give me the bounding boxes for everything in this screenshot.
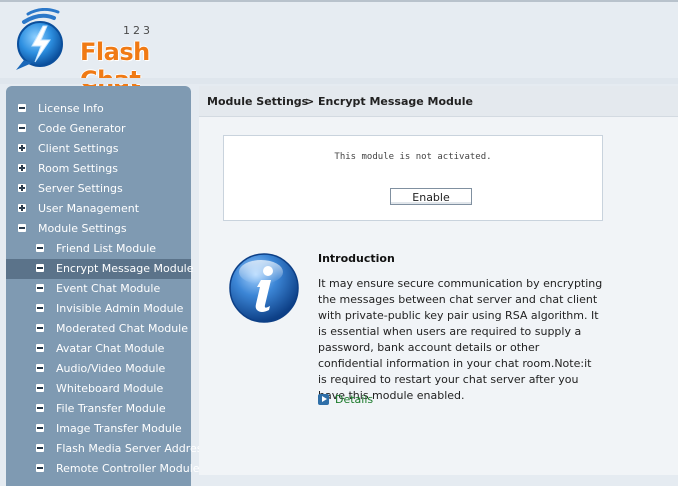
sidebar-item-label: Invisible Admin Module xyxy=(56,302,184,315)
minus-icon xyxy=(36,324,44,332)
sidebar-item-image-transfer-module[interactable]: Image Transfer Module xyxy=(6,419,191,439)
intro-title: Introduction xyxy=(318,252,395,265)
minus-icon xyxy=(36,464,44,472)
sidebar-item-remote-controller-module[interactable]: Remote Controller Module xyxy=(6,459,200,479)
sidebar-item-label: Audio/Video Module xyxy=(56,362,166,375)
sidebar-item-label: Event Chat Module xyxy=(56,282,161,295)
sidebar-item-label: License Info xyxy=(38,102,104,115)
sidebar-item-user-management[interactable]: User Management xyxy=(6,199,191,219)
sidebar-item-label: Friend List Module xyxy=(56,242,157,255)
minus-icon xyxy=(36,444,44,452)
sidebar-item-label: Code Generator xyxy=(38,122,126,135)
sidebar-item-client-settings[interactable]: Client Settings xyxy=(6,139,191,159)
sidebar-item-module-settings[interactable]: Module Settings xyxy=(6,219,191,239)
sidebar-item-file-transfer-module[interactable]: File Transfer Module xyxy=(6,399,191,419)
sidebar-item-server-settings[interactable]: Server Settings xyxy=(6,179,191,199)
sidebar-item-label: Avatar Chat Module xyxy=(56,342,165,355)
breadcrumb: Module Settings > Encrypt Message Module xyxy=(199,86,678,117)
arrow-right-icon[interactable] xyxy=(318,394,329,405)
main-content: Module Settings > Encrypt Message Module… xyxy=(199,86,678,475)
sidebar-item-label: User Management xyxy=(38,202,140,215)
details-link[interactable]: Details xyxy=(335,392,373,408)
sidebar-item-label: Moderated Chat Module xyxy=(56,322,188,335)
minus-icon xyxy=(36,344,44,352)
info-icon xyxy=(229,253,299,323)
sidebar-item-encrypt-message-module[interactable]: Encrypt Message Module xyxy=(6,259,194,279)
sidebar-item-label: Server Settings xyxy=(38,182,123,195)
sidebar-item-moderated-chat-module[interactable]: Moderated Chat Module xyxy=(6,319,191,339)
sidebar-item-label: Flash Media Server Address xyxy=(56,442,209,455)
minus-icon xyxy=(18,124,26,132)
minus-icon xyxy=(36,424,44,432)
plus-icon[interactable] xyxy=(18,144,26,152)
breadcrumb-root: Module Settings xyxy=(207,95,309,108)
sidebar-item-label: File Transfer Module xyxy=(56,402,166,415)
plus-icon[interactable] xyxy=(18,204,26,212)
minus-icon xyxy=(36,404,44,412)
minus-icon xyxy=(18,104,26,112)
header-divider xyxy=(0,78,678,84)
minus-icon[interactable] xyxy=(18,224,26,232)
intro-body: It may ensure secure communication by en… xyxy=(318,277,603,402)
sidebar-item-avatar-chat-module[interactable]: Avatar Chat Module xyxy=(6,339,191,359)
plus-icon[interactable] xyxy=(18,184,26,192)
module-status-panel: This module is not activated. Enable xyxy=(223,135,603,221)
minus-icon xyxy=(36,384,44,392)
minus-icon xyxy=(36,304,44,312)
sidebar-item-label: Module Settings xyxy=(38,222,127,235)
sidebar-item-flash-media-server-address[interactable]: Flash Media Server Address xyxy=(6,439,208,459)
minus-icon xyxy=(36,244,44,252)
header: 123 Flash Chat xyxy=(0,2,678,94)
sidebar-item-event-chat-module[interactable]: Event Chat Module xyxy=(6,279,191,299)
enable-button[interactable]: Enable xyxy=(390,188,472,205)
sidebar-item-label: Client Settings xyxy=(38,142,119,155)
sidebar-item-license-info[interactable]: License Info xyxy=(6,99,191,119)
sidebar-item-code-generator[interactable]: Code Generator xyxy=(6,119,191,139)
sidebar-item-room-settings[interactable]: Room Settings xyxy=(6,159,191,179)
plus-icon[interactable] xyxy=(18,164,26,172)
app-logo[interactable]: 123 Flash Chat xyxy=(10,8,200,94)
sidebar: License Info Code Generator Client Setti… xyxy=(6,86,208,486)
breadcrumb-current: > Encrypt Message Module xyxy=(305,95,473,108)
sidebar-item-audio-video-module[interactable]: Audio/Video Module xyxy=(6,359,191,379)
minus-icon xyxy=(36,264,44,272)
minus-icon xyxy=(36,364,44,372)
sidebar-item-whiteboard-module[interactable]: Whiteboard Module xyxy=(6,379,191,399)
sidebar-item-friend-list-module[interactable]: Friend List Module xyxy=(6,239,191,259)
sidebar-item-invisible-admin-module[interactable]: Invisible Admin Module xyxy=(6,299,191,319)
module-status-text: This module is not activated. xyxy=(334,152,492,162)
sidebar-item-label: Encrypt Message Module xyxy=(56,262,194,275)
sidebar-item-label: Room Settings xyxy=(38,162,118,175)
logo-numbers: 123 xyxy=(123,24,153,37)
sidebar-item-label: Whiteboard Module xyxy=(56,382,164,395)
minus-icon xyxy=(36,284,44,292)
sidebar-item-label: Image Transfer Module xyxy=(56,422,182,435)
logo-bubble-icon xyxy=(16,8,63,70)
sidebar-item-label: Remote Controller Module xyxy=(56,462,200,475)
